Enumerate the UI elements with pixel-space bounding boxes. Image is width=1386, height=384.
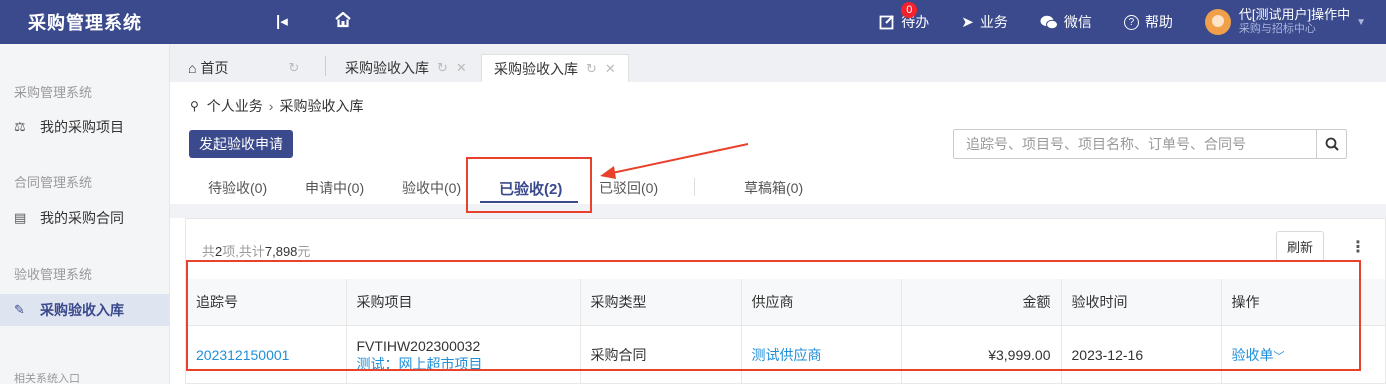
summary-suffix: 元 bbox=[297, 244, 311, 259]
sidebar-item-label: 我的采购项目 bbox=[40, 119, 124, 135]
app-title: 采购管理系统 bbox=[28, 13, 142, 33]
tab-label: 采购验收入库 bbox=[345, 60, 429, 76]
help-menu[interactable]: ? 帮助 bbox=[1123, 12, 1173, 32]
tab-home[interactable]: ⌂ 首页 ↻ bbox=[176, 54, 311, 82]
user-menu[interactable]: 代[测试用户]操作中 采购与招标中心 ▼ bbox=[1204, 7, 1366, 36]
wechat-icon bbox=[1040, 15, 1058, 29]
business-menu[interactable]: ➤ 业务 bbox=[961, 12, 1008, 32]
search-box bbox=[953, 129, 1347, 159]
close-icon[interactable]: ✕ bbox=[456, 60, 467, 76]
results-summary: 共2项,共计7,898元 bbox=[202, 241, 310, 260]
sidebar-item-my-contracts[interactable]: ▤ 我的采购合同 bbox=[0, 202, 169, 234]
breadcrumb-root[interactable]: 个人业务 bbox=[207, 96, 263, 116]
related-systems-label: 相关系统入口 bbox=[14, 373, 80, 384]
sidebar-item-my-projects[interactable]: ⚖ 我的采购项目 bbox=[0, 111, 169, 143]
business-label: 业务 bbox=[979, 14, 1008, 30]
chevron-down-icon: ▼ bbox=[1356, 16, 1366, 28]
tab-rejected[interactable]: 已驳回(0) bbox=[599, 178, 658, 198]
apply-acceptance-button[interactable]: 发起验收申请 bbox=[189, 130, 293, 158]
annotation-box-tab bbox=[466, 157, 592, 213]
location-pin-icon: ⚲ bbox=[190, 99, 199, 113]
tab-in-acceptance[interactable]: 验收中(0) bbox=[402, 178, 461, 198]
tab-separator bbox=[325, 56, 326, 76]
pen-icon: ✎ bbox=[14, 302, 25, 317]
refresh-button[interactable]: 刷新 bbox=[1276, 231, 1324, 261]
scale-icon: ⚖ bbox=[14, 119, 26, 134]
user-org: 采购与招标中心 bbox=[1238, 23, 1316, 35]
close-icon[interactable]: ✕ bbox=[605, 61, 616, 77]
page-tab-strip: ⌂ 首页 ↻ 采购验收入库 ↻ ✕ 采购验收入库 ↻ ✕ bbox=[170, 44, 1386, 82]
summary-mid: 项,共计 bbox=[222, 244, 265, 259]
breadcrumb-current: 采购验收入库 bbox=[279, 98, 364, 114]
tab-acceptance-1[interactable]: 采购验收入库 ↻ ✕ bbox=[333, 54, 479, 82]
refresh-icon[interactable]: ↻ bbox=[437, 60, 448, 76]
sidebar-group-title: 合同管理系统 bbox=[14, 175, 93, 190]
tab-label: 采购验收入库 bbox=[494, 60, 578, 77]
wechat-label: 微信 bbox=[1063, 14, 1092, 30]
collapse-sidebar-icon[interactable]: |◂ bbox=[276, 12, 288, 30]
search-input[interactable] bbox=[954, 130, 1316, 158]
todo-menu[interactable]: 待办 0 bbox=[879, 2, 929, 32]
tab-divider bbox=[694, 178, 695, 196]
refresh-icon[interactable]: ↻ bbox=[586, 61, 597, 77]
sidebar-group-title: 采购管理系统 bbox=[14, 85, 93, 100]
help-label: 帮助 bbox=[1144, 14, 1173, 30]
chevron-right-icon: › bbox=[268, 98, 274, 114]
sidebar-item-label: 我的采购合同 bbox=[40, 210, 124, 226]
sidebar-group-title: 验收管理系统 bbox=[14, 267, 93, 282]
user-name: 代[测试用户]操作中 bbox=[1238, 7, 1351, 22]
wechat-menu[interactable]: 微信 bbox=[1040, 12, 1092, 32]
sidebar-item-acceptance[interactable]: ✎ 采购验收入库 bbox=[0, 294, 169, 326]
send-icon: ➤ bbox=[961, 14, 974, 31]
tab-acceptance-2[interactable]: 采购验收入库 ↻ ✕ bbox=[481, 54, 629, 82]
tab-drafts[interactable]: 草稿箱(0) bbox=[744, 178, 803, 198]
top-bar: 采购管理系统 |◂ 待办 0 ➤ 业务 微信 ? 帮助 代[测试用户]操作中 采… bbox=[0, 0, 1386, 44]
sidebar-item-label: 采购验收入库 bbox=[40, 302, 124, 318]
tab-applying[interactable]: 申请中(0) bbox=[305, 178, 364, 198]
help-icon: ? bbox=[1123, 14, 1139, 30]
search-icon bbox=[1325, 137, 1339, 151]
sidebar: 采购管理系统 ⚖ 我的采购项目 合同管理系统 ▤ 我的采购合同 验收管理系统 ✎… bbox=[0, 44, 170, 384]
tab-pending[interactable]: 待验收(0) bbox=[208, 178, 267, 198]
annotation-box-table bbox=[186, 260, 1361, 371]
edit-icon bbox=[879, 15, 895, 30]
status-tabs: 待验收(0) 申请中(0) 验收中(0) 已验收(2) 已驳回(0) 草稿箱(0… bbox=[170, 168, 1386, 204]
more-options-icon[interactable]: ⋮ bbox=[1350, 237, 1366, 257]
summary-total: 7,898 bbox=[264, 244, 298, 259]
summary-prefix: 共 bbox=[202, 244, 216, 259]
home-icon: ⌂ bbox=[188, 60, 197, 76]
refresh-icon[interactable]: ↻ bbox=[288, 60, 299, 76]
search-button[interactable] bbox=[1316, 130, 1346, 158]
tab-label: 首页 bbox=[200, 60, 229, 76]
section-gap bbox=[170, 204, 1386, 218]
breadcrumb: ⚲ 个人业务 › 采购验收入库 bbox=[190, 96, 363, 116]
avatar bbox=[1204, 9, 1231, 35]
contract-icon: ▤ bbox=[14, 210, 27, 225]
home-icon[interactable] bbox=[333, 10, 353, 30]
